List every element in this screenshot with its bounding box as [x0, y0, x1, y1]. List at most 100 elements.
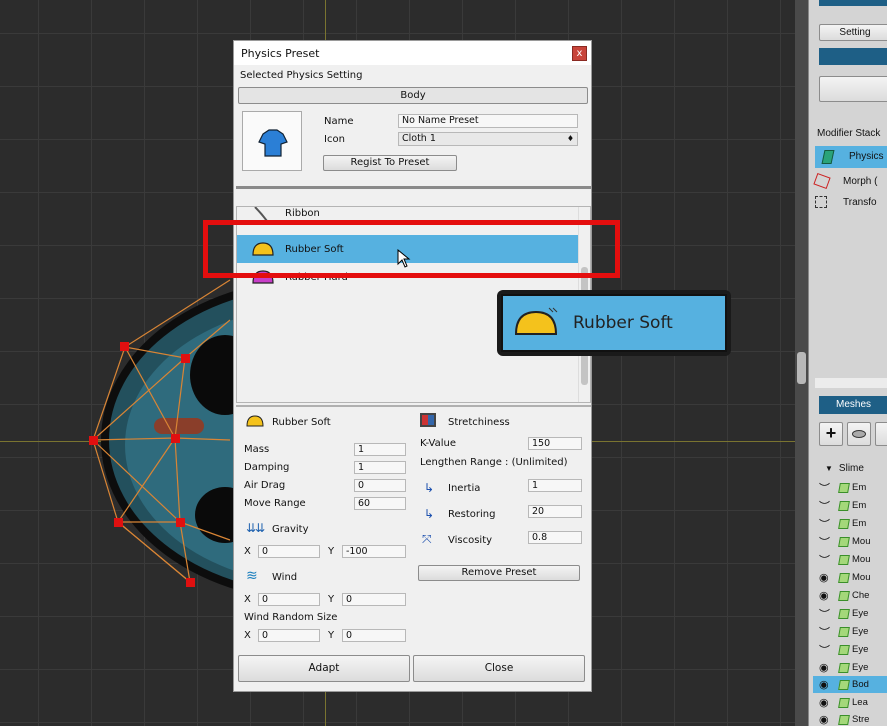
mesh-row[interactable]: ︶ Em [819, 479, 887, 496]
mesh-label: Lea [852, 697, 868, 708]
eye-closed-icon[interactable]: ︶ [819, 480, 833, 496]
stretchiness-icon [420, 413, 436, 427]
remove-preset-button[interactable]: Remove Preset [418, 565, 580, 581]
mesh-row[interactable]: ︶ Em [819, 515, 887, 532]
close-button[interactable]: Close [413, 655, 585, 682]
wind-random-x-field[interactable]: 0 [258, 629, 320, 642]
mesh-icon [838, 608, 850, 619]
modifier-stack-label: Modifier Stack [817, 127, 881, 139]
mesh-label: Eye [852, 626, 869, 637]
mesh-row[interactable]: ︶ Eye [819, 623, 887, 640]
add-mesh-button[interactable]: + [819, 422, 843, 446]
right-panel: Setting Modifier Stack Physics Morph ( T… [808, 0, 887, 726]
mesh-row[interactable]: ◉ Stre [819, 711, 887, 726]
eye-open-icon[interactable]: ◉ [819, 589, 833, 602]
eye-open-icon[interactable]: ◉ [819, 713, 833, 726]
gravity-y-field[interactable]: -100 [342, 545, 406, 558]
damping-field[interactable]: 1 [354, 461, 406, 474]
regist-to-preset-button[interactable]: Regist To Preset [323, 155, 457, 171]
eye-closed-icon[interactable]: ︶ [819, 624, 833, 640]
modifier-item-physics[interactable]: Physics [815, 146, 887, 168]
wind-random-y-field[interactable]: 0 [342, 629, 406, 642]
mass-field[interactable]: 1 [354, 443, 406, 456]
chevron-down-icon: ▼ [825, 463, 833, 473]
wind-y-field[interactable]: 0 [342, 593, 406, 606]
tree-root-slime[interactable]: ▼ Slime [825, 459, 864, 477]
eye-open-icon[interactable]: ◉ [819, 678, 833, 691]
setting-button[interactable]: Setting [819, 24, 887, 41]
modifier-item-transform[interactable]: Transfo [815, 193, 877, 211]
mass-label: Mass [244, 444, 270, 455]
mesh-row-selected[interactable]: ◉ Bod [813, 676, 887, 693]
k-value-field[interactable]: 150 [528, 437, 582, 450]
icon-select[interactable]: Cloth 1 ♦ [398, 132, 578, 146]
zoom-callout-inner: Rubber Soft [501, 294, 727, 352]
viscosity-icon: ⤧ [422, 532, 432, 546]
eye-closed-icon[interactable]: ︶ [819, 534, 833, 550]
section-label: Selected Physics Setting [240, 70, 363, 81]
inertia-icon: ↳ [424, 481, 435, 495]
eye-closed-icon[interactable]: ︶ [819, 606, 833, 622]
mesh-label: Bod [852, 679, 869, 690]
inertia-field[interactable]: 1 [528, 479, 582, 492]
cloth-icon [258, 129, 288, 157]
viscosity-label: Viscosity [448, 535, 493, 546]
mesh-layer-button[interactable] [847, 422, 871, 446]
eye-closed-icon[interactable]: ︶ [819, 552, 833, 568]
mesh-row[interactable]: ◉ Eye [819, 659, 887, 676]
mesh-row[interactable]: ︶ Mou [819, 551, 887, 568]
zoom-callout: Rubber Soft [497, 290, 731, 356]
wind-y-label: Y [328, 594, 335, 605]
zoom-callout-label: Rubber Soft [573, 313, 673, 333]
stretchiness-label: Stretchiness [448, 417, 510, 428]
mesh-row[interactable]: ︶ Mou [819, 533, 887, 550]
eye-closed-icon[interactable]: ︶ [819, 498, 833, 514]
mesh-label: Mou [852, 554, 871, 565]
dialog-titlebar[interactable]: Physics Preset [234, 41, 591, 65]
modifier-item-morph[interactable]: Morph ( [813, 172, 877, 190]
gravity-x-field[interactable]: 0 [258, 545, 320, 558]
eye-open-icon[interactable]: ◉ [819, 571, 833, 584]
mesh-row[interactable]: ︶ Em [819, 497, 887, 514]
viewport-scrollbar[interactable] [795, 0, 808, 726]
eye-closed-icon[interactable]: ︶ [819, 516, 833, 532]
close-icon[interactable]: x [572, 46, 587, 61]
target-label: Body [238, 87, 588, 104]
eye-open-icon[interactable]: ◉ [819, 696, 833, 709]
mesh-row[interactable]: ︶ Eye [819, 605, 887, 622]
name-field[interactable]: No Name Preset [398, 114, 578, 128]
wind-x-field[interactable]: 0 [258, 593, 320, 606]
wind-random-label: Wind Random Size [244, 612, 338, 623]
panel-action-button[interactable] [819, 76, 887, 102]
air-drag-field[interactable]: 0 [354, 479, 406, 492]
mesh-up-button[interactable] [875, 422, 887, 446]
mesh-icon [838, 536, 850, 547]
mesh-label: Em [852, 518, 867, 529]
restoring-field[interactable]: 20 [528, 505, 582, 518]
scrollbar-thumb[interactable] [797, 352, 806, 384]
lengthen-range-label: Lengthen Range : (Unlimited) [420, 457, 568, 468]
panel-header-bar [819, 0, 887, 6]
adapt-button[interactable]: Adapt [238, 655, 410, 682]
preset-icon-preview [242, 111, 302, 171]
restoring-icon: ↳ [424, 507, 435, 521]
mesh-row[interactable]: ◉ Mou [819, 569, 887, 586]
icon-label: Icon [324, 134, 345, 145]
mesh-row[interactable]: ︶ Eye [819, 641, 887, 658]
mesh-label: Stre [852, 714, 870, 725]
move-range-field[interactable]: 60 [354, 497, 406, 510]
viscosity-field[interactable]: 0.8 [528, 531, 582, 544]
physics-modifier-icon [821, 150, 835, 164]
mesh-row[interactable]: ◉ Lea [819, 694, 887, 711]
mesh-icon [838, 482, 850, 493]
mesh-icon [838, 662, 850, 673]
damping-label: Damping [244, 462, 290, 473]
k-value-label: K-Value [420, 438, 456, 449]
mesh-icon [838, 626, 850, 637]
move-range-label: Move Range [244, 498, 306, 509]
tree-root-label: Slime [838, 462, 864, 474]
eye-open-icon[interactable]: ◉ [819, 661, 833, 674]
eye-closed-icon[interactable]: ︶ [819, 642, 833, 658]
gravity-y-label: Y [328, 546, 335, 557]
mesh-row[interactable]: ◉ Che [819, 587, 887, 604]
